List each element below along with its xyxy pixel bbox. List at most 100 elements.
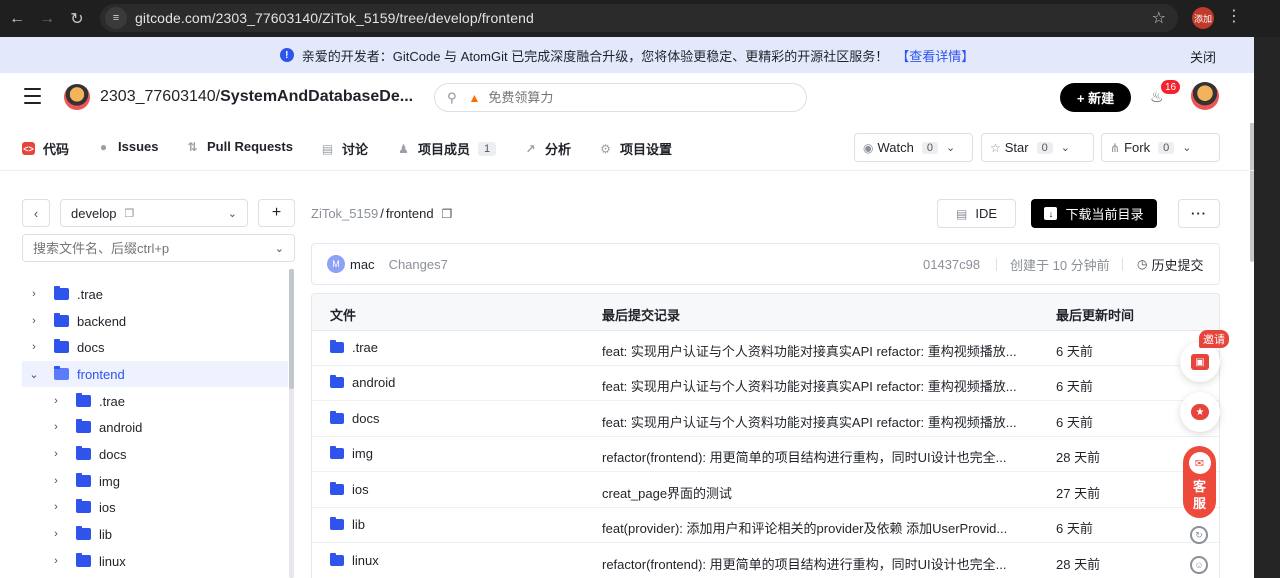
tree-item[interactable]: › docs (22, 441, 288, 467)
table-row[interactable]: lib feat(provider): 添加用户和评论相关的provider及依赖… (312, 508, 1219, 543)
copy-path-icon[interactable]: ❐ (442, 207, 453, 221)
table-row[interactable]: docs feat: 实现用户认证与个人资料功能对接真实API refactor:… (312, 402, 1219, 437)
tree-item-selected[interactable]: ⌄ frontend (22, 361, 288, 387)
tab-members[interactable]: ♟ 项目成员 1 (397, 139, 497, 158)
repo-title[interactable]: 2303_77603140/SystemAndDatabaseDe... (100, 88, 413, 106)
fork-button[interactable]: ⋔ Fork 0 ⌄ (1101, 133, 1220, 162)
analytics-icon: ↗ (525, 141, 536, 156)
table-row[interactable]: .trae feat: 实现用户认证与个人资料功能对接真实API refactor… (312, 331, 1219, 366)
invite-badge[interactable]: 邀请 (1199, 330, 1229, 348)
back-arrow-icon[interactable]: ← (4, 6, 30, 32)
tree-item[interactable]: › .trae (22, 388, 288, 414)
collapse-sidebar-button[interactable]: ‹ (22, 199, 50, 227)
reload-icon[interactable]: ↻ (64, 6, 90, 32)
download-icon: ↓ (1044, 207, 1058, 220)
file-updated-time: 27 天前 (1056, 486, 1101, 501)
notification-badge: 16 (1161, 80, 1180, 94)
forward-arrow-icon[interactable]: → (34, 6, 60, 32)
copy-icon[interactable]: ❐ (125, 207, 135, 220)
tab-code[interactable]: <> 代码 (22, 139, 69, 158)
file-commit-message[interactable]: creat_page界面的测试 (602, 483, 1022, 502)
site-info-icon[interactable]: ≡ (105, 7, 127, 29)
notification-bell-icon[interactable]: ♨ 16 (1150, 80, 1180, 106)
hamburger-menu-icon[interactable] (24, 88, 41, 106)
file-commit-message[interactable]: feat: 实现用户认证与个人资料功能对接真实API refactor: 重构视… (602, 412, 1022, 431)
tree-item[interactable]: › docs (22, 334, 288, 360)
column-header-file: 文件 (330, 308, 357, 323)
tree-item[interactable]: › android (22, 414, 288, 440)
file-name-link[interactable]: android (330, 375, 395, 390)
refresh-circle-icon[interactable]: ↻ (1190, 526, 1208, 544)
file-updated-time: 28 天前 (1056, 557, 1101, 572)
file-search[interactable]: ⌄ (22, 234, 295, 262)
tab-discussion[interactable]: ▤ 讨论 (321, 139, 368, 158)
add-file-button[interactable]: + (258, 199, 295, 227)
history-button[interactable]: ◷ 历史提交 (1137, 255, 1204, 274)
repo-avatar[interactable] (64, 84, 90, 110)
tab-analytics[interactable]: ↗ 分析 (524, 139, 571, 158)
customer-service-button[interactable]: ✉ 客服 (1183, 446, 1216, 518)
global-search[interactable]: ⚲ ▲ (434, 83, 807, 112)
smile-icon[interactable]: ☺ (1190, 556, 1208, 574)
trophy-icon: ★ (1191, 404, 1209, 420)
tab-settings[interactable]: ⚙ 项目设置 (599, 139, 672, 158)
branch-selector[interactable]: develop ❐ ⌄ (60, 199, 248, 227)
file-name-link[interactable]: .trae (330, 340, 378, 355)
tree-item[interactable]: › lib (22, 521, 288, 547)
file-commit-message[interactable]: refactor(frontend): 用更简单的项目结构进行重构，同时UI设计… (602, 447, 1022, 466)
commit-author[interactable]: mac (350, 257, 375, 272)
tab-issues[interactable]: ● Issues (97, 139, 159, 154)
file-commit-message[interactable]: feat: 实现用户认证与个人资料功能对接真实API refactor: 重构视… (602, 376, 1022, 395)
url-text[interactable]: gitcode.com/2303_77603140/ZiTok_5159/tre… (135, 10, 534, 26)
tree-item[interactable]: › linux (22, 548, 288, 574)
banner-close-button[interactable]: 关闭 (1190, 47, 1216, 66)
browser-profile-avatar[interactable]: 添加 (1192, 7, 1214, 29)
star-button[interactable]: ☆ Star 0 ⌄ (981, 133, 1094, 162)
new-button[interactable]: + 新建 (1060, 83, 1131, 112)
file-tree-scrollbar[interactable] (289, 269, 294, 578)
file-commit-message[interactable]: feat(provider): 添加用户和评论相关的provider及依赖 添加… (602, 518, 1022, 537)
download-directory-button[interactable]: ↓ 下载当前目录 (1031, 199, 1157, 228)
notice-banner: ! 亲爱的开发者：GitCode 与 AtomGit 已完成深度融合升级，您将体… (0, 37, 1254, 73)
table-row[interactable]: linux refactor(frontend): 用更简单的项目结构进行重构，同… (312, 544, 1219, 578)
table-row[interactable]: ios creat_page界面的测试 27 天前 (312, 473, 1219, 508)
browser-menu-icon[interactable]: ⋮ (1226, 6, 1242, 26)
tree-item-label: .trae (77, 286, 104, 302)
tab-label: Pull Requests (207, 139, 293, 154)
repo-name[interactable]: SystemAndDatabaseDe... (220, 88, 413, 105)
more-options-button[interactable]: ··· (1178, 199, 1220, 228)
file-search-input[interactable] (33, 240, 263, 256)
commit-message[interactable]: Changes7 (389, 257, 448, 272)
table-row[interactable]: android feat: 实现用户认证与个人资料功能对接真实API refact… (312, 366, 1219, 401)
file-name-link[interactable]: lib (330, 517, 365, 532)
file-name-link[interactable]: ios (330, 482, 369, 497)
file-commit-message[interactable]: feat: 实现用户认证与个人资料功能对接真实API refactor: 重构视… (602, 341, 1022, 360)
address-bar[interactable]: ≡ gitcode.com/2303_77603140/ZiTok_5159/t… (100, 4, 1178, 32)
search-input[interactable] (488, 90, 739, 105)
gift-widget[interactable]: ▣ (1180, 342, 1220, 382)
repo-owner[interactable]: 2303_77603140/ (100, 88, 220, 105)
tree-item[interactable]: › .trae (22, 281, 288, 307)
file-name-link[interactable]: docs (330, 411, 379, 426)
trophy-widget[interactable]: ★ (1180, 392, 1220, 432)
file-name-link[interactable]: linux (330, 553, 379, 568)
folder-icon (330, 517, 344, 530)
banner-text: 亲爱的开发者：GitCode 与 AtomGit 已完成深度融合升级，您将体验更… (301, 48, 889, 64)
tree-item-label: docs (77, 339, 105, 355)
breadcrumb-repo[interactable]: ZiTok_5159 (311, 206, 378, 221)
tree-item[interactable]: › ios (22, 494, 288, 520)
user-avatar[interactable] (1191, 82, 1219, 110)
tree-item[interactable]: › backend (22, 308, 288, 334)
tree-item[interactable]: › img (22, 468, 288, 494)
file-name-link[interactable]: img (330, 446, 373, 461)
table-row[interactable]: img refactor(frontend): 用更简单的项目结构进行重构，同时U… (312, 437, 1219, 472)
ide-button[interactable]: ▤ IDE (937, 199, 1016, 228)
search-icon: ⚲ (447, 89, 457, 105)
banner-details-link[interactable]: 【查看详情】 (896, 46, 974, 65)
bookmark-star-icon[interactable]: ☆ (1152, 8, 1166, 28)
watch-button[interactable]: ◉ Watch 0 ⌄ (854, 133, 973, 162)
file-commit-message[interactable]: refactor(frontend): 用更简单的项目结构进行重构，同时UI设计… (602, 554, 1022, 573)
chevron-right-icon: › (32, 288, 36, 300)
commit-sha[interactable]: 01437c98 (923, 257, 980, 272)
tab-pull-requests[interactable]: ⇅ Pull Requests (186, 139, 293, 154)
